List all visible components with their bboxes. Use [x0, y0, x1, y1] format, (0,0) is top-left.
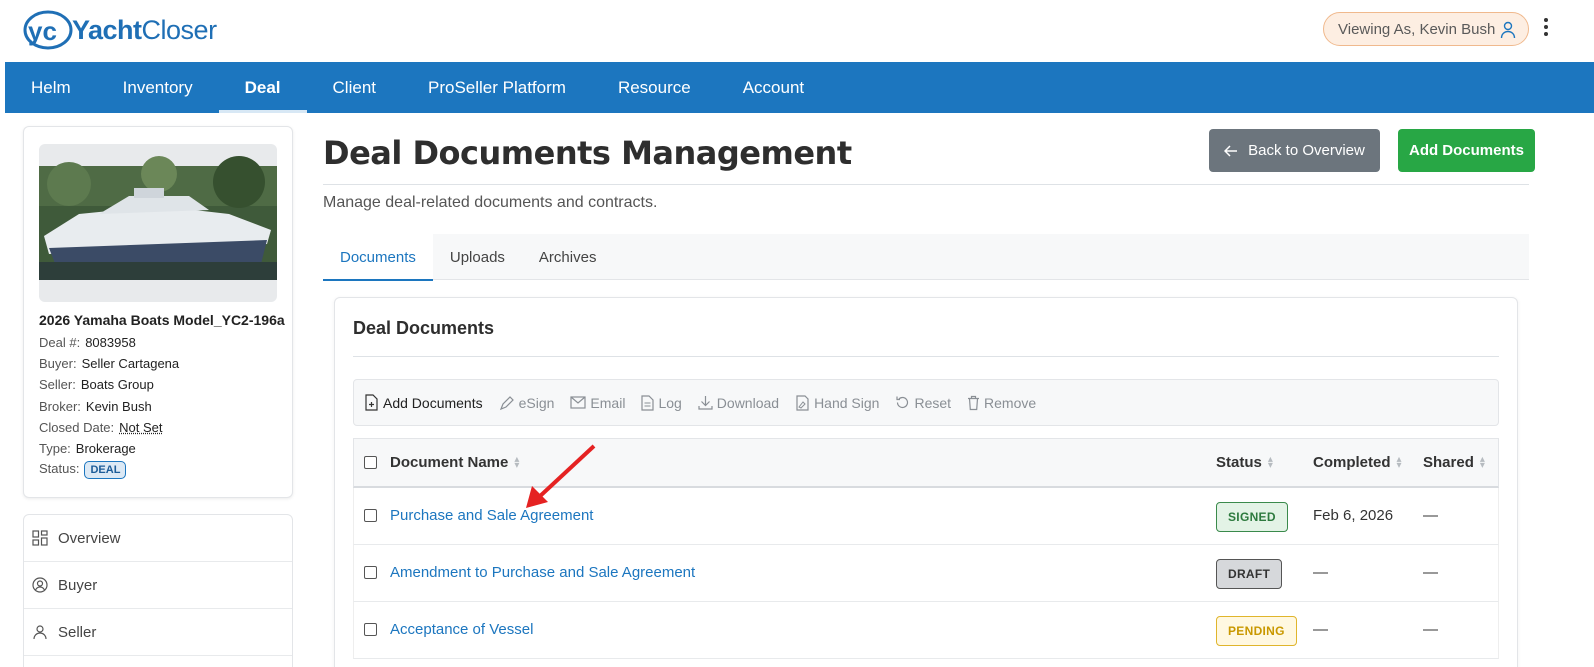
- more-options-icon[interactable]: [1539, 16, 1553, 42]
- sidebar-item-label: Overview: [58, 529, 121, 547]
- completed-date: Feb 6, 2026: [1313, 507, 1394, 524]
- page-subtitle: Manage deal-related documents and contra…: [323, 194, 658, 211]
- nav-item-resource[interactable]: Resource: [592, 62, 717, 113]
- shared-value: —: [1423, 564, 1438, 581]
- nav-item-deal[interactable]: Deal: [218, 62, 307, 113]
- deal-title: 2026 Yamaha Boats Model_YC2-196a: [39, 312, 285, 328]
- viewing-as-label: Viewing As, Kevin Bush: [1338, 20, 1496, 38]
- column-status[interactable]: Status ▴ ▾: [1216, 454, 1273, 471]
- documents-toolbar: Add Documents eSign Email Log Download H…: [353, 379, 1499, 426]
- toolbar-email-button[interactable]: Email: [570, 395, 625, 411]
- deal-broker-row: Broker: Kevin Bush: [39, 399, 152, 414]
- deal-side-menu: Overview Buyer Seller: [23, 514, 293, 667]
- yachtcloser-logo[interactable]: yc YachtCloser: [22, 8, 217, 52]
- column-completed[interactable]: Completed ▴ ▾: [1313, 454, 1402, 471]
- closed-date-value[interactable]: Not Set: [119, 420, 162, 435]
- row-checkbox[interactable]: [364, 566, 377, 579]
- user-icon: [1500, 21, 1516, 39]
- panel-title: Deal Documents: [353, 318, 495, 338]
- grid-icon: [32, 530, 48, 546]
- nav-item-account[interactable]: Account: [717, 62, 830, 113]
- nav-item-helm[interactable]: Helm: [5, 62, 97, 113]
- toolbar-remove-button[interactable]: Remove: [967, 395, 1036, 411]
- sidebar-item-overview[interactable]: Overview: [24, 515, 292, 562]
- yacht-image: [39, 144, 277, 302]
- nav-item-inventory[interactable]: Inventory: [97, 62, 219, 113]
- sidebar-item-seller[interactable]: Seller: [24, 609, 292, 656]
- back-to-overview-button[interactable]: Back to Overview: [1209, 129, 1380, 172]
- shared-value: —: [1423, 621, 1438, 638]
- toolbar-download-button[interactable]: Download: [698, 395, 779, 411]
- nav-item-proseller-platform[interactable]: ProSeller Platform: [402, 62, 592, 113]
- user-circle-icon: [32, 577, 48, 593]
- select-all-checkbox[interactable]: [364, 456, 377, 469]
- column-document-name[interactable]: Document Name ▴ ▾: [390, 454, 519, 471]
- tab-uploads[interactable]: Uploads: [433, 234, 522, 280]
- arrow-left-icon: [1224, 144, 1238, 157]
- sort-icon: ▴ ▾: [1267, 453, 1273, 471]
- user-icon: [33, 625, 47, 640]
- deal-closed-date-row: Closed Date: Not Set: [39, 420, 163, 435]
- document-icon: [641, 394, 655, 411]
- download-icon: [698, 396, 713, 410]
- deal-status-row: Status: DEAL: [39, 461, 127, 479]
- pen-sign-icon: [499, 395, 514, 410]
- add-documents-button[interactable]: Add Documents: [1398, 129, 1535, 172]
- toolbar-add-documents-button[interactable]: Add Documents: [364, 394, 483, 411]
- column-shared[interactable]: Shared ▴ ▾: [1423, 454, 1485, 471]
- deal-seller-row: Seller: Boats Group: [39, 377, 154, 392]
- status-badge: DEAL: [84, 461, 127, 479]
- sidebar-item-label: Buyer: [58, 576, 98, 594]
- completed-date: —: [1313, 564, 1328, 581]
- tab-archives[interactable]: Archives: [522, 234, 614, 280]
- top-header: yc YachtCloser Viewing As, Kevin Bush: [0, 0, 1594, 62]
- trash-icon: [968, 395, 980, 410]
- yc-logo-icon: yc: [22, 8, 74, 52]
- viewing-as-badge[interactable]: Viewing As, Kevin Bush: [1323, 12, 1529, 46]
- title-divider: [323, 184, 1529, 185]
- status-badge: DRAFT: [1216, 559, 1283, 589]
- svg-text:yc: yc: [28, 16, 57, 46]
- sidebar-item-buyer[interactable]: Buyer: [24, 562, 292, 609]
- status-badge: SIGNED: [1216, 502, 1288, 532]
- envelope-icon: [570, 396, 587, 409]
- logo-text: YachtCloser: [72, 14, 217, 45]
- nav-item-client[interactable]: Client: [307, 62, 402, 113]
- annotation-arrow-icon: [526, 444, 596, 508]
- reset-icon: [896, 396, 909, 409]
- shared-value: —: [1423, 507, 1438, 524]
- panel-divider: [353, 356, 1499, 357]
- document-link[interactable]: Acceptance of Vessel: [390, 621, 533, 638]
- deal-type-row: Type: Brokerage: [39, 441, 136, 456]
- toolbar-reset-button[interactable]: Reset: [895, 395, 951, 411]
- completed-date: —: [1313, 621, 1328, 638]
- signature-icon: [796, 394, 809, 411]
- deal-summary-card: 2026 Yamaha Boats Model_YC2-196a Deal #:…: [23, 126, 293, 498]
- main-nav: Helm Inventory Deal Client ProSeller Pla…: [5, 62, 1594, 113]
- file-plus-icon: [365, 394, 378, 411]
- table-row: Acceptance of Vessel PENDING — —: [353, 602, 1499, 659]
- row-checkbox[interactable]: [364, 509, 377, 522]
- table-row: Amendment to Purchase and Sale Agreement…: [353, 545, 1499, 602]
- sort-icon: ▴ ▾: [1479, 453, 1485, 471]
- document-link[interactable]: Amendment to Purchase and Sale Agreement: [390, 564, 695, 581]
- toolbar-esign-button[interactable]: eSign: [499, 395, 554, 411]
- deal-documents-panel: Deal Documents Add Documents eSign Email…: [334, 297, 1518, 667]
- sidebar-item-label: Seller: [58, 623, 97, 641]
- page-title: Deal Documents Management: [323, 134, 852, 172]
- row-checkbox[interactable]: [364, 623, 377, 636]
- tab-documents[interactable]: Documents: [323, 234, 433, 281]
- deal-buyer-row: Buyer: Seller Cartagena: [39, 356, 180, 371]
- toolbar-hand-sign-button[interactable]: Hand Sign: [795, 395, 879, 411]
- deal-number-row: Deal #: 8083958: [39, 335, 136, 350]
- toolbar-log-button[interactable]: Log: [641, 394, 682, 411]
- sort-icon: ▴ ▾: [1396, 453, 1402, 471]
- document-tabs: Documents Uploads Archives: [323, 234, 1529, 281]
- sort-icon: ▴ ▾: [514, 453, 520, 471]
- status-badge: PENDING: [1216, 616, 1297, 646]
